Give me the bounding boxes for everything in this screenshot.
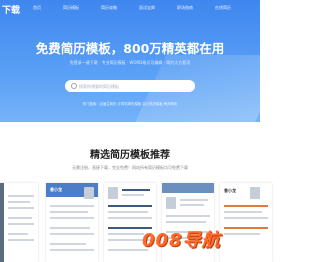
- resume-template-card[interactable]: 曾小龙: [46, 183, 98, 262]
- nav-item-home[interactable]: 首页: [33, 5, 41, 11]
- hero-subtitle: 免登录一键下载 · 专业简历模板 · WORD格式可编辑 · 简约大方套用: [69, 60, 191, 65]
- section-title: 精选简历模板推荐: [90, 150, 170, 161]
- hot-searches[interactable]: 热门搜索：应届生简历 计算机简历模板 会计简历模板 教师简历: [0, 101, 260, 106]
- avatar: [166, 197, 176, 209]
- watermark: 008导航: [142, 230, 221, 251]
- avatar: [108, 187, 118, 199]
- card-name: 曾小龙: [224, 188, 236, 193]
- card-header: [162, 183, 214, 193]
- search-box: [65, 80, 195, 92]
- nav-item-templates[interactable]: 简历模板: [63, 5, 79, 11]
- section-subtitle: 无需注册，直接下载，完全免费！网站所有简历模板均可免费下载: [72, 165, 188, 170]
- top-nav: 下载 首页 简历模板 简历攻略 面试宝典 职场指南 在线简历: [0, 0, 260, 16]
- site-logo[interactable]: 下载: [2, 3, 20, 16]
- card-sidebar: [0, 183, 4, 262]
- avatar: [84, 187, 94, 199]
- nav-item-tips[interactable]: 简历攻略: [101, 5, 117, 11]
- hero-title: 免费简历模板，800万精英都在用: [35, 41, 225, 56]
- hero-banner: 下载 首页 简历模板 简历攻略 面试宝典 职场指南 在线简历 免费简历模板，80…: [0, 0, 260, 122]
- resume-template-card[interactable]: [0, 183, 38, 262]
- search-input[interactable]: [79, 81, 189, 91]
- avatar: [250, 187, 260, 199]
- nav-item-career[interactable]: 职场指南: [177, 5, 193, 11]
- card-name: 曾小龙: [50, 187, 62, 192]
- search-icon[interactable]: [71, 83, 77, 89]
- nav-item-online-resume[interactable]: 在线简历: [215, 5, 231, 11]
- nav-item-interview[interactable]: 面试宝典: [139, 5, 155, 11]
- resume-template-card[interactable]: 曾小龙: [220, 183, 272, 262]
